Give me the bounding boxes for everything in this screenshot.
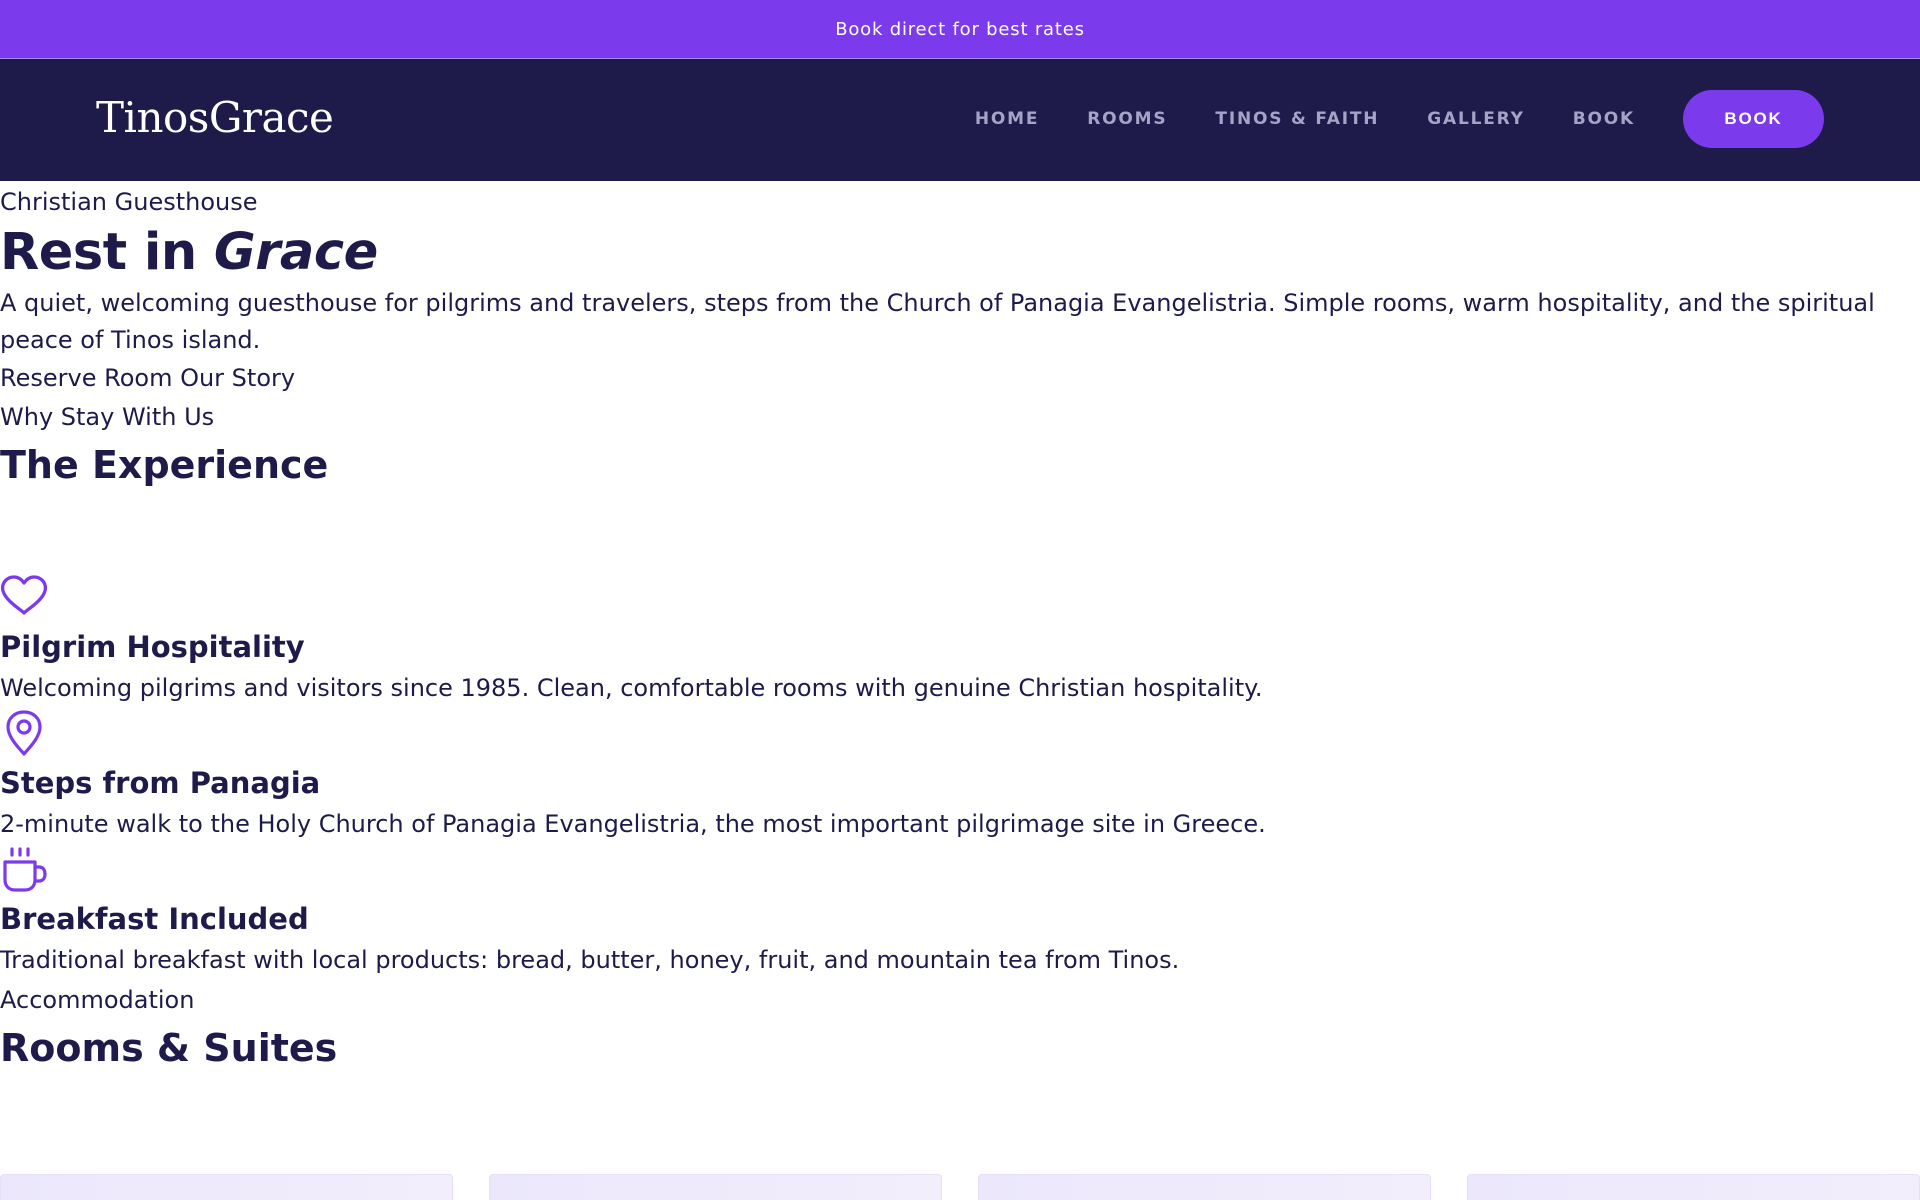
nav-book-link[interactable]: BOOK xyxy=(1573,109,1635,129)
room-card[interactable] xyxy=(489,1174,942,1200)
main-navigation: HOME ROOMS TINOS & FAITH GALLERY BOOK BO… xyxy=(975,90,1824,148)
coffee-cup-icon xyxy=(3,847,47,892)
site-header: TinosGrace HOME ROOMS TINOS & FAITH GALL… xyxy=(0,59,1920,181)
hero-title: Rest in Grace xyxy=(0,221,1920,285)
nav-tinos-faith-link[interactable]: TINOS & FAITH xyxy=(1215,109,1379,129)
room-card-list xyxy=(0,1174,1920,1200)
hero-eyebrow: Christian Guesthouse xyxy=(0,188,258,216)
nav-gallery-link[interactable]: GALLERY xyxy=(1427,109,1524,129)
experience-eyebrow: Why Stay With Us xyxy=(0,403,215,431)
rooms-eyebrow: Accommodation xyxy=(0,986,195,1014)
feature-description: Welcoming pilgrims and visitors since 19… xyxy=(0,674,1263,702)
room-card[interactable] xyxy=(0,1174,453,1200)
experience-section: Why Stay With Us The Experience Pilgrim … xyxy=(0,398,1920,981)
book-button[interactable]: BOOK xyxy=(1683,90,1824,148)
hero-section: Christian Guesthouse Rest in Grace A qui… xyxy=(0,181,1920,398)
announcement-text: Book direct for best rates xyxy=(835,18,1085,40)
room-card[interactable] xyxy=(1467,1174,1920,1200)
feature-title: Pilgrim Hospitality xyxy=(0,630,305,664)
feature-item: Breakfast Included Traditional breakfast… xyxy=(0,845,1920,981)
rooms-section: Accommodation Rooms & Suites xyxy=(0,981,1920,1076)
page-content: Christian Guesthouse Rest in Grace A qui… xyxy=(0,181,1920,1076)
rooms-title: Rooms & Suites xyxy=(0,1026,338,1070)
announcement-bar: Book direct for best rates xyxy=(0,0,1920,59)
feature-item: Steps from Panagia 2-minute walk to the … xyxy=(0,709,1920,845)
feature-description: Traditional breakfast with local product… xyxy=(0,946,1180,974)
feature-list: Pilgrim Hospitality Welcoming pilgrims a… xyxy=(0,493,1920,981)
nav-rooms-link[interactable]: ROOMS xyxy=(1087,109,1167,129)
feature-title: Steps from Panagia xyxy=(0,766,321,800)
room-card[interactable] xyxy=(978,1174,1431,1200)
hero-action-links[interactable]: Reserve Room Our Story xyxy=(0,359,1920,398)
feature-title: Breakfast Included xyxy=(0,902,309,936)
experience-title: The Experience xyxy=(0,443,329,487)
heart-icon xyxy=(0,575,48,615)
site-logo[interactable]: TinosGrace xyxy=(96,89,334,147)
nav-home-link[interactable]: HOME xyxy=(975,109,1039,129)
map-pin-icon xyxy=(6,710,42,756)
hero-title-plain: Rest in xyxy=(0,223,214,282)
hero-title-emphasis: Grace xyxy=(213,223,378,282)
feature-item: Pilgrim Hospitality Welcoming pilgrims a… xyxy=(0,573,1920,709)
hero-description: A quiet, welcoming guesthouse for pilgri… xyxy=(0,289,1875,354)
feature-description: 2-minute walk to the Holy Church of Pana… xyxy=(0,810,1266,838)
